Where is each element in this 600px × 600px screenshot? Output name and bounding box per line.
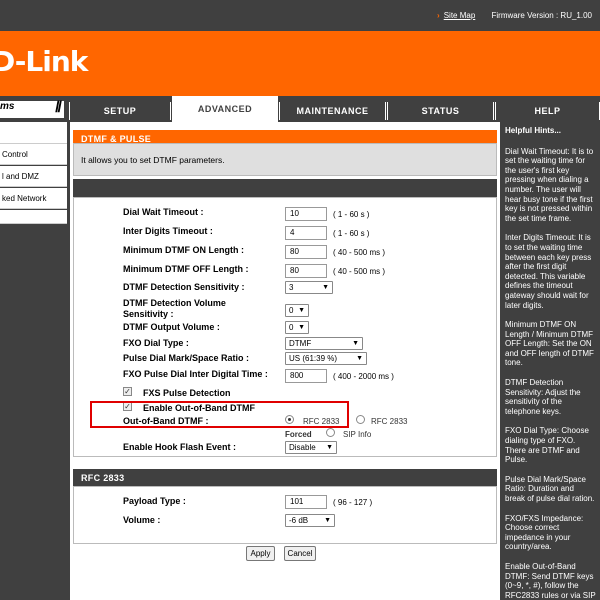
volume-label: Volume :	[123, 515, 161, 525]
slashes-decoration: //	[55, 99, 62, 116]
dtmf-detection-volume-label-1: DTMF Detection Volume	[123, 298, 226, 308]
sidebar: Control l and DMZ ked Network	[0, 122, 67, 600]
tab-status[interactable]: STATUS	[387, 102, 494, 120]
brand-banner: D-Link	[0, 31, 600, 96]
chevron-down-icon: ▼	[326, 444, 333, 451]
arrow-icon: ›	[437, 11, 440, 20]
payload-type-input[interactable]: 101	[285, 495, 327, 509]
dtmf-detection-sensitivity-label: DTMF Detection Sensitivity :	[123, 282, 245, 292]
sidebar-item-firewall-dmz[interactable]: l and DMZ	[0, 166, 67, 187]
sidebar-top-item[interactable]	[0, 122, 67, 144]
volume-value: -6 dB	[289, 516, 309, 525]
oob-dtmf-option-forced: Forced	[285, 430, 312, 439]
tab-help[interactable]: HELP	[495, 102, 600, 120]
chevron-down-icon: ▼	[298, 307, 305, 314]
tab-advanced[interactable]: ADVANCED	[172, 96, 278, 122]
oob-dtmf-option-sip-info: SIP Info	[343, 430, 372, 439]
sidebar-item-control[interactable]: Control	[0, 144, 67, 165]
chevron-down-icon: ▼	[298, 324, 305, 331]
dtmf-output-volume-label: DTMF Output Volume :	[123, 322, 220, 332]
inter-digits-timeout-label: Inter Digits Timeout :	[123, 226, 213, 236]
dtmf-detection-volume-label-2: Sensitivity :	[123, 309, 174, 319]
apply-button[interactable]: Apply	[246, 546, 275, 561]
fxs-pulse-detection-checkbox[interactable]: ✓	[123, 387, 132, 396]
hook-flash-value: Disable	[289, 443, 316, 452]
pulse-ratio-value: US (61:39 %)	[289, 354, 338, 363]
firmware-version: Firmware Version : RU_1.00	[491, 11, 592, 20]
payload-type-range: ( 96 - 127 )	[333, 498, 373, 507]
dtmf-output-volume-select[interactable]: 0 ▼	[285, 321, 309, 334]
help-paragraph: Enable Out-of-Band DTMF: Send DTMF keys …	[505, 561, 596, 600]
dial-wait-timeout-range: ( 1 - 60 s )	[333, 210, 370, 219]
min-dtmf-off-range: ( 40 - 500 ms )	[333, 267, 386, 276]
sidebar-item-network[interactable]: ked Network	[0, 188, 67, 209]
dial-wait-timeout-label: Dial Wait Timeout :	[123, 207, 204, 217]
dtmf-detection-volume-select[interactable]: 0 ▼	[285, 304, 309, 317]
fxs-pulse-detection-label: FXS Pulse Detection	[143, 388, 231, 398]
pulse-ratio-label: Pulse Dial Mark/Space Ratio :	[123, 353, 250, 363]
hook-flash-label: Enable Hook Flash Event :	[123, 442, 237, 452]
fxo-dial-type-select[interactable]: DTMF ▼	[285, 337, 363, 350]
help-paragraph: Inter Digits Timeout: It is to set the w…	[505, 233, 592, 310]
fxo-dial-type-label: FXO Dial Type :	[123, 338, 189, 348]
chevron-down-icon: ▼	[356, 355, 363, 362]
oob-dtmf-radio-rfc2833-alt[interactable]	[356, 415, 365, 424]
help-paragraph: Dial Wait Timeout: It is to set the wait…	[505, 146, 594, 223]
model-label-text: ms	[0, 101, 15, 112]
top-bar: › Site Map Firmware Version : RU_1.00	[0, 0, 600, 31]
dial-wait-timeout-input[interactable]: 10	[285, 207, 327, 221]
min-dtmf-off-label: Minimum DTMF OFF Length :	[123, 264, 249, 274]
min-dtmf-on-input[interactable]: 80	[285, 245, 327, 259]
site-map-link[interactable]: Site Map	[444, 11, 476, 20]
inter-digits-timeout-input[interactable]: 4	[285, 226, 327, 240]
hook-flash-select[interactable]: Disable ▼	[285, 441, 337, 454]
payload-type-label: Payload Type :	[123, 496, 186, 506]
main-nav: ms // SETUP ADVANCED MAINTENANCE STATUS H…	[0, 96, 600, 122]
dtmf-detection-volume-value: 0	[289, 306, 294, 315]
fxo-pulse-interdigit-range: ( 400 - 2000 ms )	[333, 372, 394, 381]
dtmf-detection-sensitivity-value: 3	[289, 283, 294, 292]
rfc2833-section-title: RFC 2833	[73, 469, 497, 487]
fxo-dial-type-value: DTMF	[289, 339, 312, 348]
inter-digits-timeout-range: ( 1 - 60 s )	[333, 229, 370, 238]
fxo-pulse-interdigit-label: FXO Pulse Dial Inter Digital Time :	[123, 369, 268, 379]
help-panel: Helpful Hints... Dial Wait Timeout: It i…	[500, 122, 600, 600]
pulse-ratio-select[interactable]: US (61:39 %) ▼	[285, 352, 367, 365]
settings-section-header	[73, 179, 497, 197]
tab-setup[interactable]: SETUP	[69, 102, 171, 120]
sidebar-item-blank[interactable]	[0, 210, 67, 224]
description-panel: It allows you to set DTMF parameters.	[73, 143, 497, 176]
dtmf-detection-sensitivity-select[interactable]: 3 ▼	[285, 281, 333, 294]
dlink-logo: D-Link	[0, 45, 88, 78]
help-paragraph: DTMF Detection Sensitivity: Adjust the s…	[505, 378, 581, 416]
min-dtmf-on-range: ( 40 - 500 ms )	[333, 248, 386, 257]
tab-maintenance[interactable]: MAINTENANCE	[279, 102, 386, 120]
model-label: ms //	[0, 99, 66, 118]
chevron-down-icon: ▼	[324, 517, 331, 524]
help-heading: Helpful Hints...	[505, 126, 561, 135]
volume-select[interactable]: -6 dB ▼	[285, 514, 335, 527]
description-text: It allows you to set DTMF parameters.	[81, 155, 225, 165]
help-paragraph: Pulse Dial Mark/Space Ratio: Duration an…	[505, 474, 595, 503]
help-paragraph: FXO Dial Type: Choose dialing type of FX…	[505, 426, 589, 465]
highlight-box	[90, 401, 349, 428]
top-links: › Site Map Firmware Version : RU_1.00	[437, 11, 592, 20]
fxo-pulse-interdigit-input[interactable]: 800	[285, 369, 327, 383]
min-dtmf-off-input[interactable]: 80	[285, 264, 327, 278]
help-paragraph: FXO/FXS Impedance: Choose correct impeda…	[505, 513, 584, 552]
help-paragraph: Minimum DTMF ON Length / Minimum DTMF OF…	[505, 320, 594, 368]
chevron-down-icon: ▼	[322, 284, 329, 291]
min-dtmf-on-label: Minimum DTMF ON Length :	[123, 245, 244, 255]
cancel-button[interactable]: Cancel	[284, 546, 316, 561]
dtmf-output-volume-value: 0	[289, 323, 294, 332]
chevron-down-icon: ▼	[352, 340, 359, 347]
oob-dtmf-radio-sip-info[interactable]	[326, 428, 335, 437]
oob-dtmf-option-rfc2833-alt: RFC 2833	[371, 417, 408, 426]
